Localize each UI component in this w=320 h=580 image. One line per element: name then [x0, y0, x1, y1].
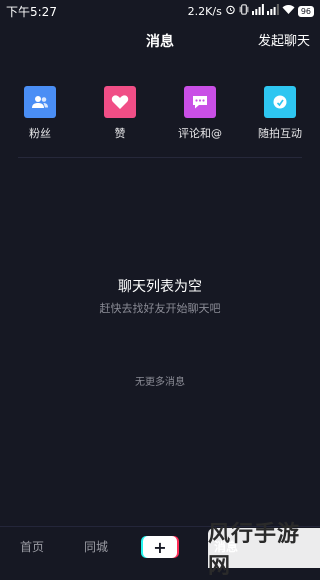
shortcut-fans[interactable]: 粉丝 [5, 86, 75, 141]
shortcut-fans-label: 粉丝 [29, 127, 51, 140]
empty-state-subtitle: 赶快去找好友开始聊天吧 [99, 302, 221, 315]
shortcut-snap-label: 随拍互动 [258, 127, 302, 140]
status-indicators: 2.2K/s 96 [188, 4, 314, 18]
shortcut-likes-label: 赞 [114, 127, 126, 140]
no-more-messages: 无更多消息 [135, 377, 185, 388]
shortcut-comments-label: 评论和@ [178, 127, 222, 140]
start-chat-button[interactable]: 发起聊天 [258, 22, 310, 62]
shortcut-comments[interactable]: 评论和@ [165, 86, 235, 141]
network-speed: 2.2K/s [187, 4, 222, 18]
signal-icon [251, 4, 264, 18]
empty-state-title: 聊天列表为空 [118, 279, 202, 295]
header: 消息 发起聊天 [0, 22, 320, 62]
snap-icon [264, 86, 296, 118]
status-bar: 下午5:27 2.2K/s 96 [0, 0, 320, 22]
alarm-icon [225, 4, 236, 18]
shortcut-snap[interactable]: 随拍互动 [245, 86, 315, 141]
tab-home[interactable]: 首页 [20, 527, 44, 567]
battery-icon: 96 [297, 5, 314, 17]
tab-city[interactable]: 同城 [84, 527, 108, 567]
watermark-logo: 风行手游网 [208, 522, 320, 579]
signal-icon-2 [266, 4, 279, 18]
heart-icon [104, 86, 136, 118]
comment-icon [184, 86, 216, 118]
fans-icon [24, 86, 56, 118]
divider [18, 157, 302, 158]
create-button[interactable]: + [143, 536, 177, 558]
notification-shortcuts: 粉丝 赞 评论和@ 随拍互动 [0, 86, 320, 146]
status-time: 下午5:27 [6, 4, 57, 19]
shortcut-likes[interactable]: 赞 [85, 86, 155, 141]
vibrate-icon [239, 4, 249, 18]
wifi-icon [282, 4, 295, 18]
